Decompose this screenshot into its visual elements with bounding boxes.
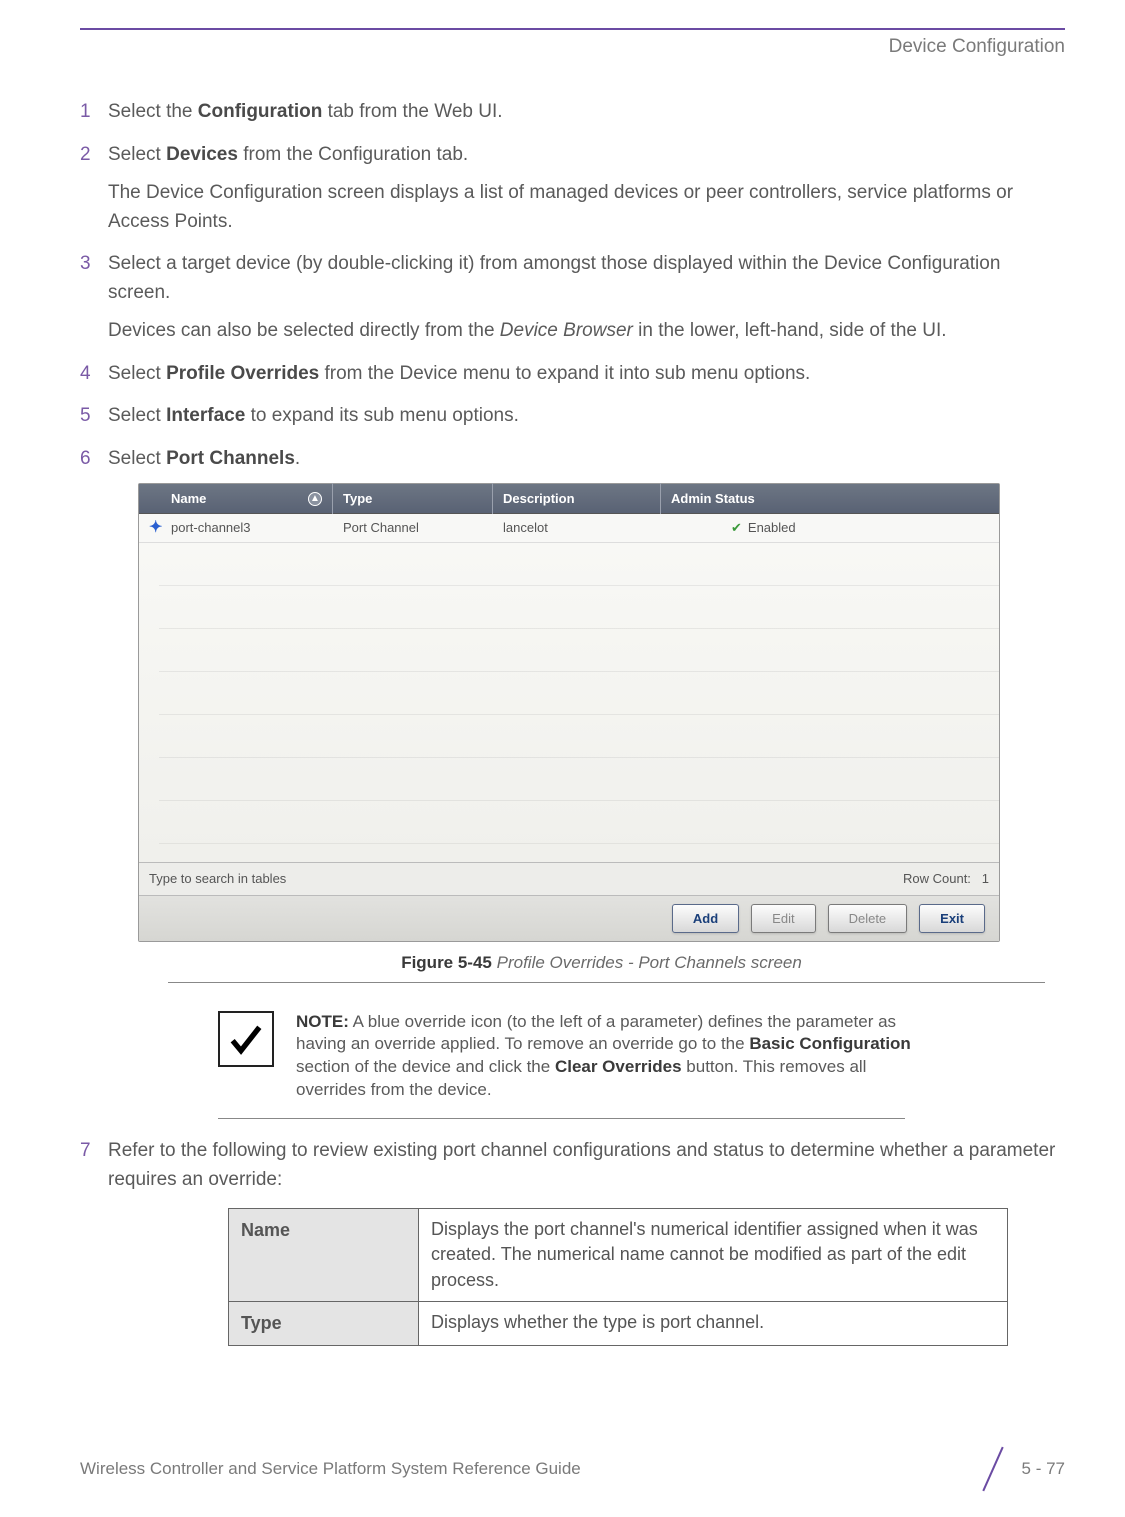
add-button[interactable]: Add bbox=[672, 904, 739, 934]
col-header-name[interactable]: Name bbox=[171, 489, 206, 509]
col-header-admin-status[interactable]: Admin Status bbox=[661, 483, 999, 515]
cell-description: lancelot bbox=[493, 514, 661, 542]
exit-button[interactable]: Exit bbox=[919, 904, 985, 934]
def-name-desc: Displays the port channel's numerical id… bbox=[419, 1209, 1008, 1302]
definition-table: Name Displays the port channel's numeric… bbox=[228, 1208, 1008, 1346]
step-1: Select the Configuration tab from the We… bbox=[80, 98, 1065, 127]
step-4: Select Profile Overrides from the Device… bbox=[80, 360, 1065, 389]
step-2: Select Devices from the Configuration ta… bbox=[80, 141, 1065, 237]
page-number: 5 - 77 bbox=[1022, 1459, 1065, 1479]
note-text: NOTE: A blue override icon (to the left … bbox=[296, 1011, 936, 1103]
header-section: Device Configuration bbox=[80, 36, 1065, 58]
footer-slash-icon bbox=[972, 1449, 1012, 1489]
cell-name: port-channel3 bbox=[161, 514, 333, 542]
instruction-list: Select the Configuration tab from the We… bbox=[80, 98, 1065, 1346]
step-3: Select a target device (by double-clicki… bbox=[80, 250, 1065, 346]
def-name-label: Name bbox=[229, 1209, 419, 1302]
sort-asc-icon[interactable]: ▲ bbox=[308, 492, 322, 506]
cell-admin-status: ✔Enabled bbox=[661, 514, 999, 542]
row-count: Row Count: 1 bbox=[903, 869, 989, 889]
edit-button[interactable]: Edit bbox=[751, 904, 815, 934]
table-header: Name ▲ Type Description Admin Status bbox=[139, 484, 999, 514]
col-header-type[interactable]: Type bbox=[333, 483, 493, 515]
col-header-description[interactable]: Description bbox=[493, 483, 661, 515]
port-channels-screenshot: Name ▲ Type Description Admin Status ✦ p… bbox=[138, 483, 1000, 942]
cell-type: Port Channel bbox=[333, 514, 493, 542]
table-body-empty bbox=[139, 542, 999, 862]
search-input[interactable]: Type to search in tables bbox=[149, 869, 286, 889]
table-row[interactable]: ✦ port-channel3 Port Channel lancelot ✔E… bbox=[139, 514, 999, 542]
def-type-desc: Displays whether the type is port channe… bbox=[419, 1301, 1008, 1345]
def-type-label: Type bbox=[229, 1301, 419, 1345]
delete-button[interactable]: Delete bbox=[828, 904, 908, 934]
check-icon: ✔ bbox=[731, 520, 742, 535]
figure-caption: Figure 5-45 Profile Overrides - Port Cha… bbox=[138, 950, 1065, 976]
step-7: Refer to the following to review existin… bbox=[80, 1137, 1065, 1346]
step-6: Select Port Channels. Name ▲ Type Descri… bbox=[80, 445, 1065, 1120]
note-icon bbox=[218, 1011, 274, 1067]
footer-title: Wireless Controller and Service Platform… bbox=[80, 1459, 581, 1479]
step-5: Select Interface to expand its sub menu … bbox=[80, 402, 1065, 431]
